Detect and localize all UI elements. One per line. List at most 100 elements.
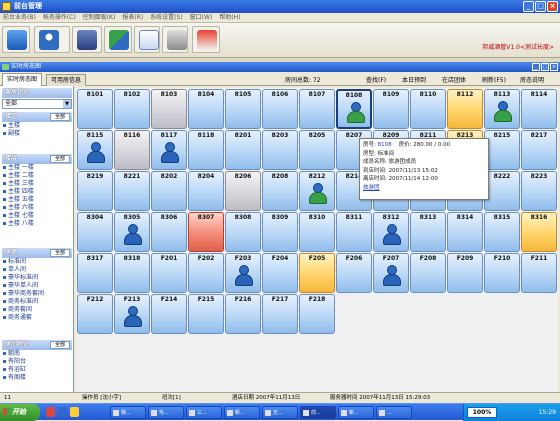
room-cell[interactable]: 8106 (262, 89, 298, 129)
room-cell[interactable]: 8314 (447, 212, 483, 252)
feature-all-button[interactable]: 全部 (50, 341, 70, 349)
feature-item[interactable]: 有阁楼 (2, 374, 72, 382)
room-cell[interactable]: 8221 (114, 171, 150, 211)
folder-icon[interactable] (70, 407, 79, 417)
menu-window[interactable]: 窗口(W) (190, 13, 213, 22)
room-type-item[interactable]: 豪华单人间 (2, 282, 72, 290)
room-cell[interactable]: F207 (373, 253, 409, 293)
room-type-item[interactable]: 豪华标准间 (2, 274, 72, 282)
zoom-indicator[interactable]: 100% (467, 407, 497, 418)
room-cell[interactable]: F211 (521, 253, 557, 293)
floor-item[interactable]: 主楼 三楼 (2, 180, 72, 188)
taskbar-item[interactable]: 毛... (148, 406, 184, 419)
floor-item[interactable]: 主楼 六楼 (2, 204, 72, 212)
taskbar-item[interactable]: 新... (338, 406, 374, 419)
room-cell[interactable]: 8118 (188, 130, 224, 170)
room-cell[interactable]: 8212 (299, 171, 335, 211)
feature-item[interactable]: 有浴缸 (2, 366, 72, 374)
room-cell[interactable]: 8317 (77, 253, 113, 293)
room-cell[interactable]: 8315 (484, 212, 520, 252)
floor-item[interactable]: 主楼 八楼 (2, 220, 72, 228)
today-arrivals-button[interactable]: 本日预到 (402, 75, 426, 84)
room-cell[interactable]: F214 (151, 294, 187, 334)
room-cell[interactable]: 8112 (447, 89, 483, 129)
room-cell[interactable]: 8102 (114, 89, 150, 129)
room-cell[interactable]: 8103 (151, 89, 187, 129)
room-type-item[interactable]: 标准间 (2, 258, 72, 266)
type-all-button[interactable]: 全部 (50, 249, 70, 257)
room-cell[interactable]: 8109 (373, 89, 409, 129)
room-cell[interactable]: 8114 (521, 89, 557, 129)
floor-all-button[interactable]: 全部 (50, 155, 70, 163)
taskbar-item[interactable]: 新... (224, 406, 260, 419)
room-cell[interactable]: 8203 (262, 130, 298, 170)
room-cell[interactable]: 8204 (188, 171, 224, 211)
room-cell[interactable]: 8304 (77, 212, 113, 252)
room-cell[interactable]: F213 (114, 294, 150, 334)
toolbar-briefcase-button[interactable] (72, 26, 102, 53)
room-status-legend-button[interactable]: 房态说明 (520, 75, 544, 84)
room-cell[interactable]: 8318 (114, 253, 150, 293)
room-cell[interactable]: F204 (262, 253, 298, 293)
room-cell[interactable]: 8316 (521, 212, 557, 252)
find-button[interactable]: 查找(F) (366, 75, 386, 84)
toolbar-document-button[interactable] (134, 26, 160, 53)
refresh-button[interactable]: 刷新(F5) (482, 75, 506, 84)
room-cell[interactable]: 8201 (225, 130, 261, 170)
room-cell[interactable]: F209 (447, 253, 483, 293)
room-cell[interactable]: 8116 (114, 130, 150, 170)
room-cell[interactable]: F205 (299, 253, 335, 293)
room-cell[interactable]: F201 (151, 253, 187, 293)
room-cell[interactable]: 8313 (410, 212, 446, 252)
room-cell[interactable]: 8308 (225, 212, 261, 252)
room-cell[interactable]: 8105 (225, 89, 261, 129)
sub-minimize-button[interactable]: _ (532, 63, 540, 71)
room-cell[interactable]: F212 (77, 294, 113, 334)
room-cell[interactable]: F218 (299, 294, 335, 334)
room-cell[interactable]: 8117 (151, 130, 187, 170)
room-cell[interactable]: 8110 (410, 89, 446, 129)
close-button[interactable]: × (547, 1, 558, 12)
tab-realtime-room-map[interactable]: 实时房态图 (2, 73, 43, 86)
toolbar-monitor-button[interactable] (2, 26, 30, 53)
sub-restore-button[interactable]: □ (541, 63, 549, 71)
room-cell[interactable]: F210 (484, 253, 520, 293)
menu-front-desk[interactable]: 前台业务(B) (3, 13, 36, 22)
room-cell[interactable]: 8222 (484, 171, 520, 211)
menu-control-panel[interactable]: 控制面板(K) (83, 13, 116, 22)
room-cell[interactable]: 8306 (151, 212, 187, 252)
room-cell[interactable]: 8205 (299, 130, 335, 170)
room-cell[interactable]: 8217 (521, 130, 557, 170)
feature-item[interactable]: 朝南 (2, 350, 72, 358)
menu-help[interactable]: 帮助(H) (219, 13, 240, 22)
taskbar-item[interactable]: 无... (262, 406, 298, 419)
tab-available-rooms[interactable]: 可用房信息 (46, 74, 87, 86)
room-cell[interactable]: 8307 (188, 212, 224, 252)
room-cell[interactable]: 8104 (188, 89, 224, 129)
in-house-groups-button[interactable]: 在店团体 (442, 75, 466, 84)
maximize-button[interactable]: □ (535, 1, 546, 12)
start-button[interactable]: 开始 (0, 404, 40, 421)
room-cell[interactable]: 8219 (77, 171, 113, 211)
room-cell[interactable]: F203 (225, 253, 261, 293)
taskbar-item[interactable]: ... (376, 406, 412, 419)
room-cell[interactable]: F208 (410, 253, 446, 293)
toolbar-user-button[interactable] (34, 26, 70, 53)
room-cell[interactable]: 8101 (77, 89, 113, 129)
taskbar-item[interactable]: 我... (110, 406, 146, 419)
room-cell[interactable]: 8312 (373, 212, 409, 252)
room-cell[interactable]: 8305 (114, 212, 150, 252)
toolbar-exchange-button[interactable] (104, 26, 132, 53)
room-cell[interactable]: F216 (225, 294, 261, 334)
room-cell[interactable]: F215 (188, 294, 224, 334)
toolbar-printer-button[interactable] (162, 26, 188, 53)
room-cell[interactable]: 8223 (521, 171, 557, 211)
room-cell[interactable]: 8108 (336, 89, 372, 129)
floor-item[interactable]: 主楼 五楼 (2, 196, 72, 204)
room-cell[interactable]: F217 (262, 294, 298, 334)
room-type-item[interactable]: 商务通套 (2, 314, 72, 322)
quicklaunch-icon[interactable] (46, 407, 55, 417)
room-cell[interactable]: 8115 (77, 130, 113, 170)
room-cell[interactable]: 8310 (299, 212, 335, 252)
room-cell[interactable]: 8309 (262, 212, 298, 252)
